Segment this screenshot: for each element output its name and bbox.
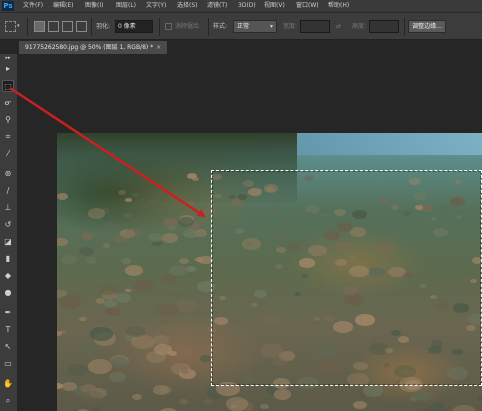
antialias-label: 消除锯齿 [175, 23, 200, 30]
menu-file[interactable]: 文件(F) [23, 0, 43, 12]
rectangular-marquee-tool[interactable]: ⬚ [2, 80, 14, 92]
gradient-tool[interactable]: ▮ [2, 253, 14, 265]
height-label: 高度: [352, 23, 367, 30]
shape-tool[interactable]: ▭ [2, 358, 14, 370]
marquee-selection[interactable] [211, 170, 482, 386]
hand-icon: ✋ [3, 379, 13, 388]
zoom-tool[interactable]: ⌕ [2, 395, 14, 407]
healing-brush-icon: ⊛ [4, 169, 12, 178]
history-brush-icon: ↺ [4, 220, 12, 229]
menu-window[interactable]: 窗口(W) [296, 0, 319, 12]
menu-help[interactable]: 帮助(H) [328, 0, 349, 12]
tools-panel: ▸▸ ▸ ⬚ ᓂ ⚲ ⌗ ⁄ ⊛ ∕ ⊥ ↺ ◪ ▮ ◆ ● ✒ T ↖ ▭ ✋… [0, 54, 18, 411]
menu-filter[interactable]: 滤镜(T) [207, 0, 227, 12]
path-selection-tool[interactable]: ↖ [2, 341, 14, 353]
brush-icon: ∕ [6, 186, 10, 195]
history-brush-tool[interactable]: ↺ [2, 219, 14, 231]
eraser-tool[interactable]: ◪ [2, 236, 14, 248]
feather-input[interactable]: 0 像素 [115, 20, 153, 33]
crop-icon: ⌗ [5, 132, 11, 141]
menu-bar: Ps 文件(F) 编辑(E) 图像(I) 图层(L) 文字(Y) 选择(S) 滤… [0, 0, 482, 12]
dodge-icon: ● [4, 288, 12, 297]
document-tab-bar: 91775262580.jpg @ 50% (图层 1, RGB/8) * × [0, 40, 482, 54]
move-tool-icon: ▸ [5, 64, 10, 73]
chevron-down-icon: ▾ [269, 23, 273, 30]
document-tab[interactable]: 91775262580.jpg @ 50% (图层 1, RGB/8) * × [19, 41, 168, 54]
document-tab-title: 91775262580.jpg @ 50% (图层 1, RGB/8) * [25, 44, 154, 51]
height-input[interactable] [369, 20, 399, 33]
menu-image[interactable]: 图像(I) [85, 0, 103, 12]
options-bar: ▾ 羽化: 0 像素 消除锯齿 样式: 正常 ▾ 宽度: ⇄ 高度: 调整边缘.… [0, 12, 482, 40]
style-label: 样式: [213, 23, 228, 30]
brush-tool[interactable]: ∕ [2, 185, 14, 197]
close-icon[interactable]: × [156, 44, 161, 51]
lasso-tool[interactable]: ᓂ [2, 97, 14, 109]
type-icon: T [5, 325, 11, 334]
subtract-from-selection-icon[interactable] [62, 21, 73, 32]
photoshop-logo: Ps [2, 1, 14, 11]
swap-width-height-icon[interactable]: ⇄ [336, 20, 341, 33]
preset-dropdown-caret-icon[interactable]: ▾ [17, 20, 20, 33]
eyedropper-tool[interactable]: ⁄ [2, 148, 14, 160]
panel-collapse-icon[interactable]: ▸▸ [2, 55, 14, 61]
menu-type[interactable]: 文字(Y) [146, 0, 166, 12]
pen-tool[interactable]: ✒ [2, 307, 14, 319]
style-select[interactable]: 正常 ▾ [233, 20, 277, 33]
blur-tool[interactable]: ◆ [2, 270, 14, 282]
rectangular-marquee-icon: ⬚ [4, 82, 12, 91]
path-selection-icon: ↖ [4, 342, 12, 351]
blur-icon: ◆ [4, 271, 12, 280]
menu-layer[interactable]: 图层(L) [116, 0, 136, 12]
menu-3d[interactable]: 3D(D) [238, 0, 256, 12]
gradient-icon: ▮ [5, 254, 11, 263]
refine-edge-button[interactable]: 调整边缘... [408, 20, 446, 33]
menu-view[interactable]: 视图(V) [264, 0, 285, 12]
new-selection-icon[interactable] [34, 21, 45, 32]
quick-selection-icon: ⚲ [5, 115, 11, 124]
style-select-value: 正常 [237, 23, 250, 30]
eraser-icon: ◪ [4, 237, 12, 246]
add-to-selection-icon[interactable] [48, 21, 59, 32]
dodge-tool[interactable]: ● [2, 287, 14, 299]
menu-edit[interactable]: 编辑(E) [53, 0, 73, 12]
eyedropper-icon: ⁄ [7, 149, 9, 158]
quick-selection-tool[interactable]: ⚲ [2, 114, 14, 126]
pen-icon: ✒ [4, 308, 12, 317]
type-tool[interactable]: T [2, 324, 14, 336]
menu-select[interactable]: 选择(S) [177, 0, 198, 12]
crop-tool[interactable]: ⌗ [2, 131, 14, 143]
width-label: 宽度: [283, 23, 298, 30]
intersect-selection-icon[interactable] [76, 21, 87, 32]
clone-stamp-tool[interactable]: ⊥ [2, 202, 14, 214]
lasso-icon: ᓂ [4, 98, 12, 107]
width-input[interactable] [300, 20, 330, 33]
marquee-preset-icon[interactable] [5, 21, 16, 32]
healing-brush-tool[interactable]: ⊛ [2, 168, 14, 180]
move-tool[interactable]: ▸ [2, 63, 14, 75]
antialias-checkbox[interactable] [165, 23, 172, 30]
clone-stamp-icon: ⊥ [4, 203, 12, 212]
feather-label: 羽化: [96, 23, 111, 30]
hand-tool[interactable]: ✋ [2, 378, 14, 390]
zoom-icon: ⌕ [5, 396, 11, 405]
shape-icon: ▭ [4, 359, 12, 368]
